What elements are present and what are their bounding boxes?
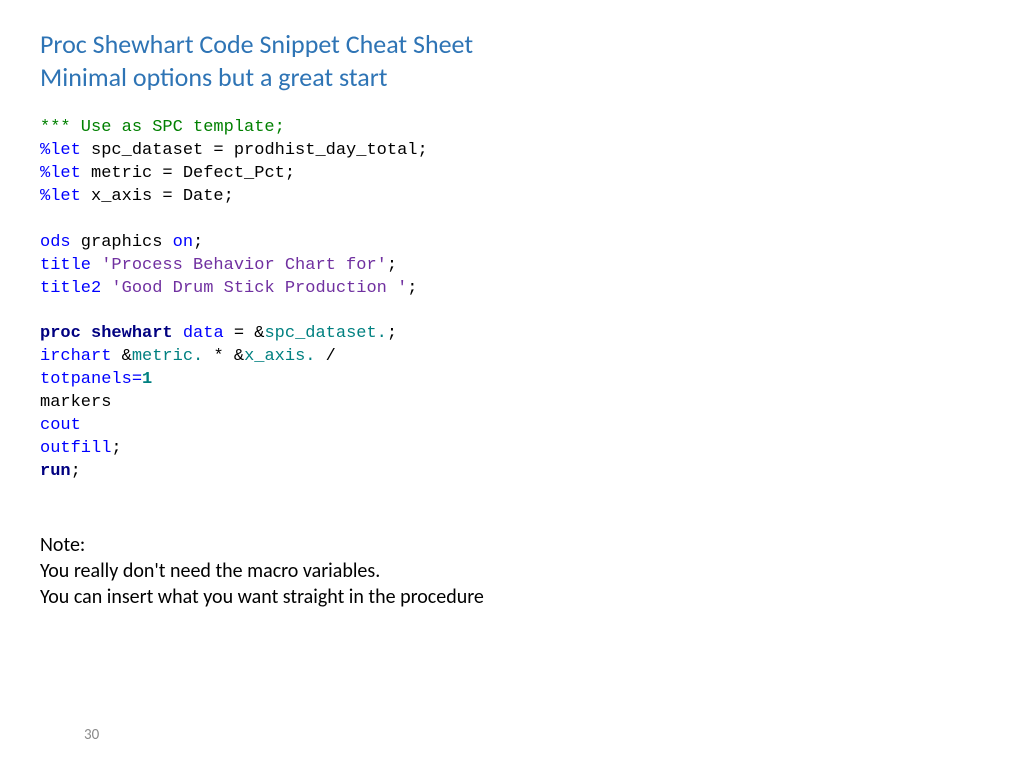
note-block: Note: You really don't need the macro va… [40, 532, 984, 610]
code-proc: proc [40, 324, 81, 343]
code-keyword: cout [40, 416, 81, 435]
code-snippet: *** Use as SPC template; %let spc_datase… [40, 117, 984, 484]
code-keyword: %let [40, 187, 81, 206]
code-string: 'Process Behavior Chart for' [91, 256, 387, 275]
code-text: & [111, 347, 131, 366]
note-line: You really don't need the macro variable… [40, 558, 984, 584]
code-text: graphics [71, 233, 173, 252]
code-macro-var: x_axis. [244, 347, 315, 366]
code-keyword: data [173, 324, 224, 343]
code-text: = & [224, 324, 265, 343]
code-comment: *** Use as SPC template; [40, 118, 285, 137]
code-text: ; [71, 462, 81, 481]
page-number: 30 [84, 726, 99, 744]
code-text: * & [203, 347, 244, 366]
code-text: ; [387, 256, 397, 275]
code-proc: shewhart [81, 324, 173, 343]
code-keyword: title2 [40, 279, 101, 298]
code-keyword: %let [40, 141, 81, 160]
code-macro-var: spc_dataset. [264, 324, 386, 343]
code-macro-var: metric. [132, 347, 203, 366]
code-string: 'Good Drum Stick Production ' [101, 279, 407, 298]
code-keyword: %let [40, 164, 81, 183]
code-keyword: title [40, 256, 91, 275]
code-text: metric = Defect_Pct; [81, 164, 295, 183]
slide-subtitle: Minimal options but a great start [40, 61, 984, 94]
code-keyword: irchart [40, 347, 111, 366]
code-text: ; [387, 324, 397, 343]
code-text: ; [193, 233, 203, 252]
note-line: Note: [40, 532, 984, 558]
code-number: 1 [142, 370, 152, 389]
code-run: run [40, 462, 71, 481]
slide-title: Proc Shewhart Code Snippet Cheat Sheet [40, 28, 984, 61]
code-text: ; [407, 279, 417, 298]
note-line: You can insert what you want straight in… [40, 584, 984, 610]
code-keyword: outfill [40, 439, 111, 458]
code-keyword: ods [40, 233, 71, 252]
code-text: spc_dataset = prodhist_day_total; [81, 141, 428, 160]
code-text: markers [40, 393, 111, 412]
code-keyword: on [173, 233, 193, 252]
code-text: / [315, 347, 335, 366]
code-text: x_axis = Date; [81, 187, 234, 206]
code-keyword: totpanels= [40, 370, 142, 389]
code-text: ; [111, 439, 121, 458]
